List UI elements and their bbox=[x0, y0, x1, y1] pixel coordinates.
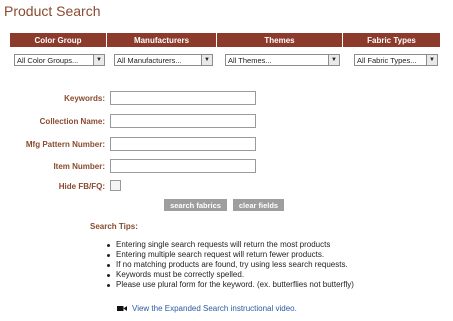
keywords-label: Keywords: bbox=[64, 94, 105, 103]
list-item: Keywords must be correctly spelled. bbox=[106, 270, 354, 280]
collection-name-label: Collection Name: bbox=[39, 117, 105, 126]
list-item: Entering multiple search request will re… bbox=[106, 250, 354, 260]
manufacturers-select-value: All Manufacturers... bbox=[117, 56, 182, 65]
manufacturers-select[interactable]: All Manufacturers... ▼ bbox=[114, 54, 213, 66]
search-tips-list: Entering single search requests will ret… bbox=[106, 240, 354, 290]
color-group-select-value: All Color Groups... bbox=[17, 56, 79, 65]
search-tips-title: Search Tips: bbox=[90, 222, 138, 231]
fabric-types-select[interactable]: All Fabric Types... ▼ bbox=[354, 54, 438, 66]
bullet-icon bbox=[107, 243, 110, 247]
list-item: If no matching products are found, try u… bbox=[106, 260, 354, 270]
chevron-down-icon[interactable]: ▼ bbox=[93, 55, 104, 65]
header-manufacturers: Manufacturers bbox=[107, 33, 216, 47]
keywords-input[interactable] bbox=[110, 91, 256, 105]
search-fabrics-button[interactable]: search fabrics bbox=[164, 199, 227, 211]
expanded-search-video-link[interactable]: View the Expanded Search instructional v… bbox=[132, 304, 297, 313]
mfg-pattern-number-input[interactable] bbox=[110, 137, 256, 151]
chevron-down-icon[interactable]: ▼ bbox=[201, 55, 212, 65]
video-camera-icon[interactable] bbox=[117, 305, 127, 312]
header-color-group: Color Group bbox=[10, 33, 106, 47]
bullet-icon bbox=[107, 273, 110, 277]
page-title: Product Search bbox=[4, 3, 101, 19]
chevron-down-icon[interactable]: ▼ bbox=[426, 55, 437, 65]
collection-name-input[interactable] bbox=[110, 114, 256, 128]
themes-select[interactable]: All Themes... ▼ bbox=[225, 54, 340, 66]
chevron-down-icon[interactable]: ▼ bbox=[328, 55, 339, 65]
item-number-input[interactable] bbox=[110, 159, 256, 173]
tip-text: Entering multiple search request will re… bbox=[116, 250, 325, 259]
mfg-pattern-number-label: Mfg Pattern Number: bbox=[25, 140, 105, 149]
bullet-icon bbox=[107, 253, 110, 257]
bullet-icon bbox=[107, 263, 110, 267]
color-group-select[interactable]: All Color Groups... ▼ bbox=[14, 54, 105, 66]
filter-selects-row: All Color Groups... ▼ All Manufacturers.… bbox=[10, 54, 440, 66]
tip-text: If no matching products are found, try u… bbox=[116, 260, 348, 269]
tip-text: Keywords must be correctly spelled. bbox=[116, 270, 245, 279]
list-item: Entering single search requests will ret… bbox=[106, 240, 354, 250]
header-themes: Themes bbox=[217, 33, 342, 47]
hide-fb-fq-label: Hide FB/FQ: bbox=[58, 182, 105, 191]
bullet-icon bbox=[107, 283, 110, 287]
tip-text: Entering single search requests will ret… bbox=[116, 240, 331, 249]
themes-select-value: All Themes... bbox=[228, 56, 272, 65]
header-fabric-types: Fabric Types bbox=[343, 33, 440, 47]
clear-fields-button[interactable]: clear fields bbox=[233, 199, 284, 211]
item-number-label: Item Number: bbox=[53, 162, 105, 171]
list-item: Please use plural form for the keyword. … bbox=[106, 280, 354, 290]
hide-fb-fq-checkbox[interactable] bbox=[110, 180, 121, 191]
fabric-types-select-value: All Fabric Types... bbox=[357, 56, 417, 65]
filter-header-bar: Color Group Manufacturers Themes Fabric … bbox=[10, 33, 440, 47]
video-link-row: View the Expanded Search instructional v… bbox=[117, 304, 297, 313]
tip-text: Please use plural form for the keyword. … bbox=[116, 280, 354, 289]
